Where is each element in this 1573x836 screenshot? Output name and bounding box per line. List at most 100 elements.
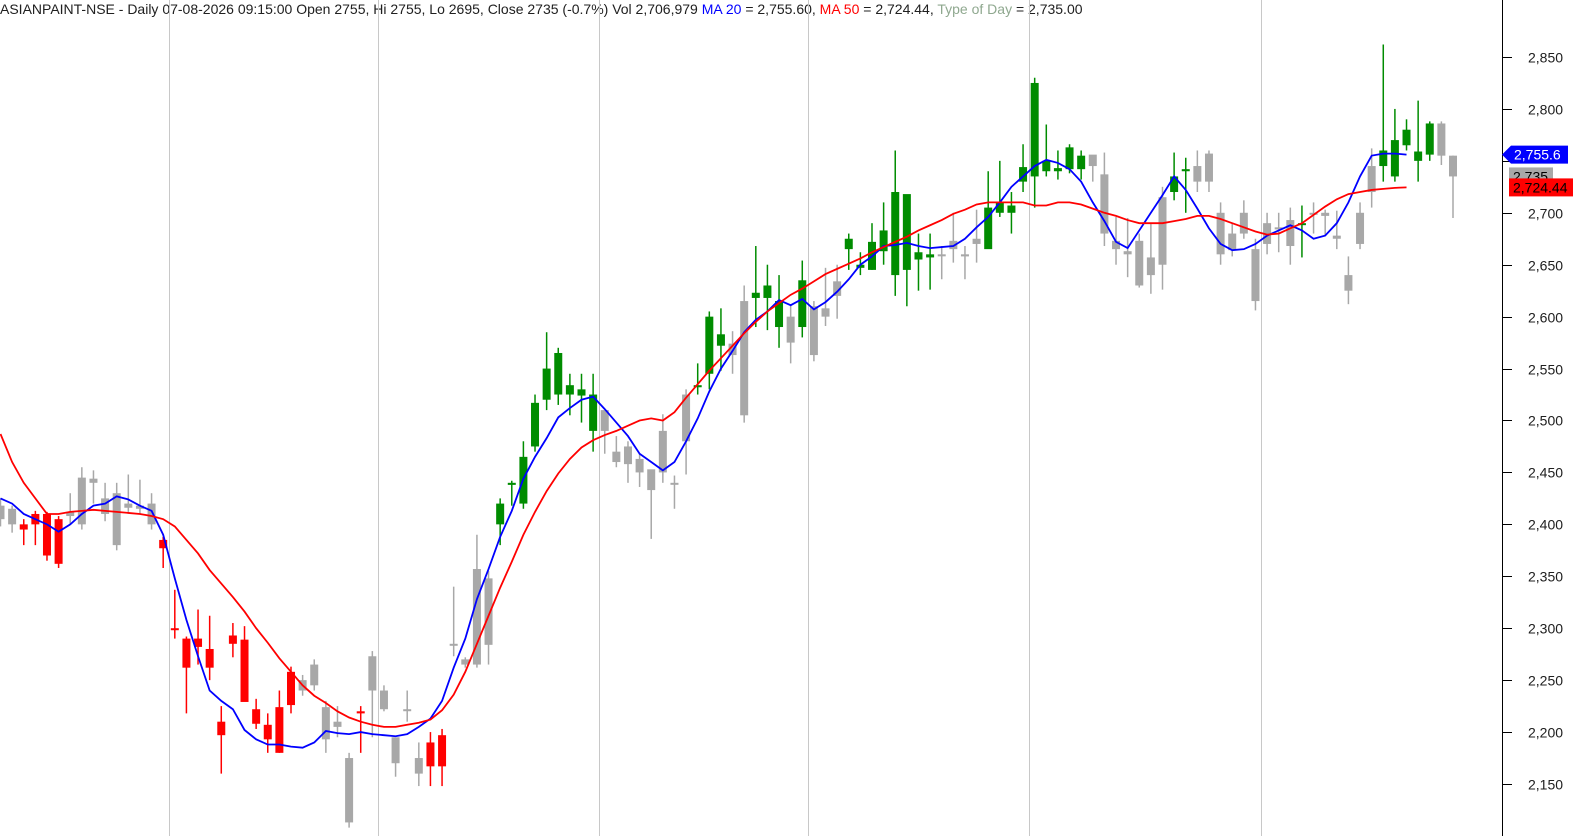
y-tick-label-2650: 2,650 <box>1528 258 1563 274</box>
candle-104 <box>1204 150 1213 193</box>
y-tick-label-2700: 2,700 <box>1528 206 1563 222</box>
ma50-badge-text: 2,724.44 <box>1513 179 1568 195</box>
candle-body <box>484 578 493 645</box>
candle-body <box>1135 240 1144 286</box>
candle-20 <box>228 623 237 658</box>
candle-body <box>1193 166 1202 182</box>
candle-21 <box>240 626 249 702</box>
candle-body <box>345 758 354 823</box>
candle-53 <box>612 436 621 468</box>
candle-12 <box>135 479 144 514</box>
value-badges: 2,755.6 2,735 2,724.44 <box>1502 145 1573 197</box>
candle-80 <box>926 233 935 290</box>
candle-77 <box>891 150 900 296</box>
candle-body <box>705 316 714 374</box>
candle-68 <box>786 304 795 364</box>
y-tick-label-2500: 2,500 <box>1528 413 1563 429</box>
candle-106 <box>1228 223 1237 257</box>
candle-16 <box>182 636 191 714</box>
candle-79 <box>914 233 923 291</box>
candle-body <box>937 254 946 257</box>
candle-body <box>240 639 249 702</box>
candle-23 <box>263 713 272 753</box>
candle-81 <box>937 246 946 280</box>
candle-body <box>914 252 923 260</box>
candle-2 <box>19 519 28 546</box>
candle-body <box>844 238 853 250</box>
candle-body <box>1146 257 1155 276</box>
candle-66 <box>763 264 772 331</box>
candle-body <box>414 758 423 774</box>
candle-body <box>449 643 458 646</box>
candle-body <box>1414 151 1423 161</box>
candle-5 <box>54 516 63 568</box>
candle-body <box>960 254 969 257</box>
candle-body <box>42 513 51 556</box>
candle-1 <box>8 505 17 533</box>
y-tick-label-2250: 2,250 <box>1528 673 1563 689</box>
candle-7 <box>77 467 86 530</box>
candle-119 <box>1379 44 1388 182</box>
candle-body <box>507 482 516 485</box>
candle-84 <box>972 209 981 263</box>
y-tick-label-2200: 2,200 <box>1528 725 1563 741</box>
candle-78 <box>902 194 911 307</box>
candle-body <box>1181 169 1190 172</box>
price-chart[interactable]: 2,150 2,200 2,250 2,300 2,350 2,400 2,450 2,500… <box>0 0 1573 836</box>
candle-body <box>995 202 1004 213</box>
candle-11 <box>124 474 133 512</box>
candle-56 <box>647 469 656 539</box>
candle-83 <box>960 246 969 280</box>
candle-60 <box>693 363 702 395</box>
candle-body <box>496 503 505 525</box>
candle-95 <box>1100 152 1109 247</box>
y-tick-label-2150: 2,150 <box>1528 777 1563 793</box>
vertical-grid <box>169 0 1262 836</box>
candle-body <box>1088 154 1097 167</box>
candle-body <box>426 742 435 767</box>
candle-body <box>8 508 17 525</box>
candle-75 <box>868 223 876 270</box>
candle-117 <box>1356 202 1365 250</box>
candle-47 <box>542 332 551 411</box>
candle-body <box>554 352 563 395</box>
y-tick-label-2600: 2,600 <box>1528 310 1563 326</box>
candle-body <box>356 711 365 714</box>
candle-86 <box>995 160 1004 217</box>
candle-107 <box>1239 200 1248 239</box>
candle-body <box>658 430 667 473</box>
candle-38 <box>438 728 447 787</box>
candle-body <box>310 664 319 686</box>
candle-body <box>147 503 156 525</box>
ma20-badge-text: 2,755.6 <box>1514 147 1561 163</box>
candle-body <box>565 385 574 395</box>
candle-113 <box>1309 202 1318 234</box>
candle-body <box>1251 249 1260 302</box>
candle-body <box>182 638 191 668</box>
candle-103 <box>1193 150 1202 193</box>
candle-body <box>275 707 284 753</box>
y-tick-label-2450: 2,450 <box>1528 465 1563 481</box>
candle-body <box>1449 155 1457 177</box>
y-tick-label-2300: 2,300 <box>1528 621 1563 637</box>
candle-body <box>170 628 179 631</box>
candle-33 <box>379 685 388 712</box>
candle-body <box>891 192 900 276</box>
candle-body <box>1123 251 1132 255</box>
candle-body <box>751 292 760 298</box>
candle-body <box>786 316 795 343</box>
candle-body <box>1425 123 1434 155</box>
candle-body <box>612 451 621 463</box>
candle-body <box>1042 160 1051 172</box>
candle-0 <box>0 498 5 527</box>
candle-8 <box>89 470 98 504</box>
candle-body <box>1065 147 1074 170</box>
candle-35 <box>403 690 412 722</box>
candle-46 <box>531 394 540 452</box>
candle-22 <box>252 698 261 729</box>
candle-102 <box>1181 157 1190 213</box>
candle-body <box>112 493 121 546</box>
candle-108 <box>1251 238 1260 311</box>
candle-body <box>670 482 679 485</box>
candle-90 <box>1042 124 1051 177</box>
